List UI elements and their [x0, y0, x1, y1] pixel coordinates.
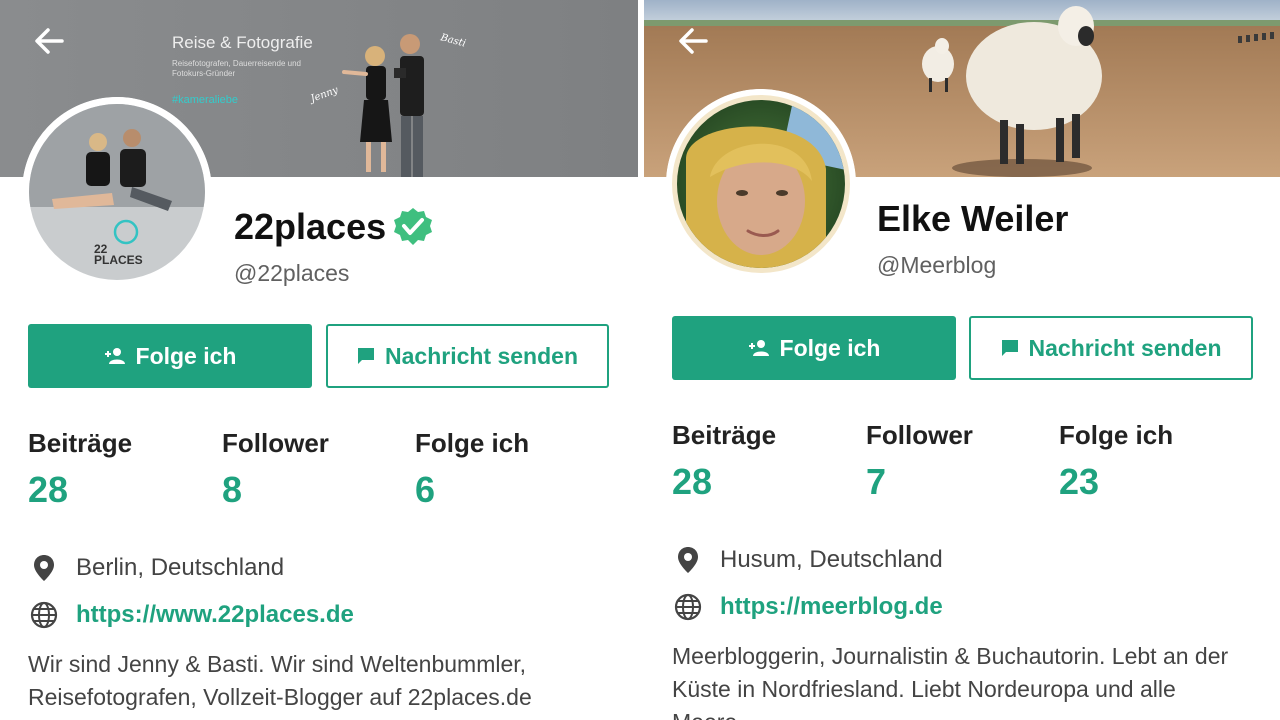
location-text: Berlin, Deutschland	[76, 554, 285, 581]
stat-following-label: Folge ich	[415, 428, 530, 458]
stat-posts-label: Beiträge	[28, 428, 133, 458]
profile-name: Elke Weiler	[877, 198, 1068, 240]
cover-hashtag: #kameraliebe	[172, 94, 238, 106]
message-button-label: Nachricht senden	[1028, 334, 1222, 361]
stat-posts-value: 28	[672, 461, 713, 502]
profile-bio: Wir sind Jenny & Basti. Wir sind Weltenb…	[28, 651, 532, 710]
chat-bubble-icon	[357, 347, 375, 365]
stat-followers[interactable]: Follower 7	[866, 420, 1056, 503]
stat-posts[interactable]: Beiträge 28	[672, 420, 862, 503]
person-add-icon	[104, 347, 126, 365]
stat-following[interactable]: Folge ich 6	[415, 428, 605, 511]
globe-icon	[674, 593, 702, 621]
profile-name-text: Elke Weiler	[877, 198, 1069, 239]
location-pin-icon	[30, 554, 58, 582]
website-link[interactable]: https://www.22places.de	[76, 601, 354, 629]
stat-followers[interactable]: Follower 8	[222, 428, 412, 511]
avatar[interactable]	[666, 89, 856, 279]
chat-bubble-icon	[1001, 339, 1019, 357]
avatar[interactable]: 22 PLACES	[22, 97, 212, 287]
stat-following[interactable]: Folge ich 23	[1059, 420, 1249, 503]
website-row: https://www.22places.de	[30, 601, 354, 629]
person-add-icon	[748, 339, 770, 357]
stat-followers-value: 8	[222, 469, 243, 510]
stat-followers-value: 7	[866, 461, 887, 502]
message-button-label: Nachricht senden	[385, 342, 578, 369]
profile-handle: @Meerblog	[877, 252, 997, 278]
globe-icon	[30, 601, 58, 629]
profile-handle: @22places	[234, 260, 350, 286]
profile-bio: Meerbloggerin, Journalistin & Buchautori…	[672, 643, 1229, 720]
cover-title: Reise & Fotografie	[172, 33, 313, 52]
stat-followers-label: Follower	[222, 428, 329, 458]
stat-following-value: 6	[415, 469, 436, 510]
follow-button-label: Folge ich	[779, 334, 881, 361]
profile-panel-meerblog: Elke Weiler @Meerblog Folge ich Nachrich…	[644, 0, 1280, 720]
follow-button[interactable]: Folge ich	[672, 316, 956, 380]
follow-button[interactable]: Folge ich	[28, 324, 312, 388]
website-link[interactable]: https://meerblog.de	[720, 593, 943, 621]
verified-badge-icon	[392, 206, 434, 248]
stat-followers-label: Follower	[866, 420, 973, 450]
profile-panel-22places: Reise & Fotografie Reisefotografen, Daue…	[0, 0, 638, 720]
stat-posts-label: Beiträge	[672, 420, 777, 450]
message-button[interactable]: Nachricht senden	[969, 316, 1253, 380]
profile-name-text: 22places	[234, 206, 387, 247]
location-row: Berlin, Deutschland	[30, 554, 284, 582]
location-pin-icon	[674, 546, 702, 574]
cover-subtitle-2: Fotokurs-Gründer	[172, 69, 235, 78]
arrow-left-icon	[679, 28, 708, 54]
stat-following-value: 23	[1059, 461, 1100, 502]
stat-following-label: Folge ich	[1059, 420, 1174, 450]
back-button[interactable]	[676, 26, 710, 56]
arrow-left-icon	[35, 28, 64, 54]
website-row: https://meerblog.de	[674, 593, 943, 621]
location-row: Husum, Deutschland	[674, 546, 943, 574]
avatar-logo-places: PLACES	[94, 253, 143, 267]
back-button[interactable]	[32, 26, 66, 56]
follow-button-label: Folge ich	[135, 342, 237, 369]
profile-name: 22places	[234, 206, 434, 248]
stat-posts-value: 28	[28, 469, 69, 510]
stat-posts[interactable]: Beiträge 28	[28, 428, 218, 511]
message-button[interactable]: Nachricht senden	[326, 324, 609, 388]
location-text: Husum, Deutschland	[720, 546, 943, 573]
cover-subtitle-1: Reisefotografen, Dauerreisende und	[172, 59, 301, 68]
